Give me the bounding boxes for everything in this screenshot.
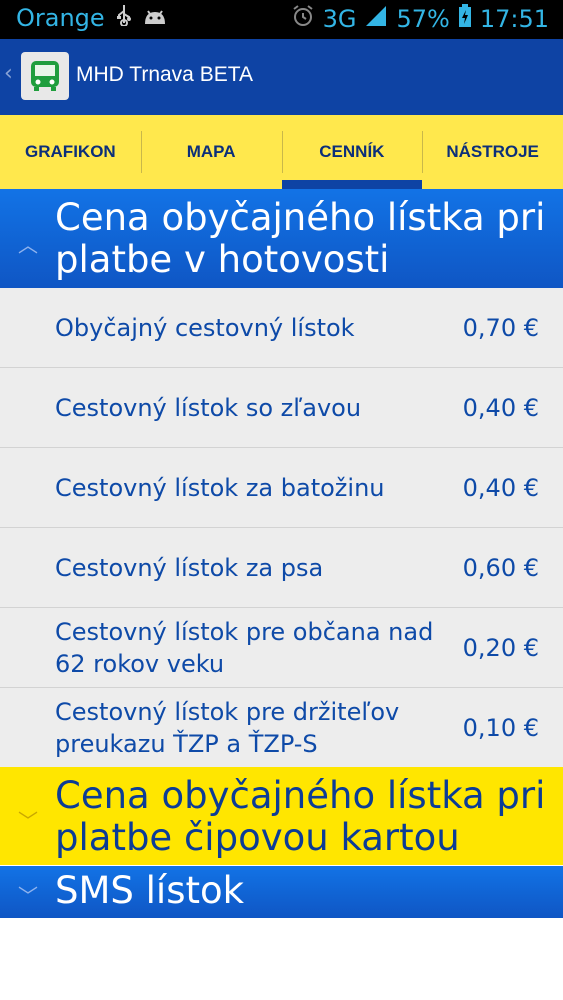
- list-item[interactable]: Cestovný lístok za batožinu 0,40 €: [0, 448, 563, 528]
- tab-label: MAPA: [186, 142, 236, 161]
- section-header-cash[interactable]: ︿ Cena obyčajného lístka pri platbe v ho…: [0, 189, 563, 288]
- tab-bar: GRAFIKON MAPA CENNÍK NÁSTROJE: [0, 115, 563, 189]
- ticket-price: 0,40 €: [462, 473, 539, 502]
- app-title: MHD Trnava BETA: [76, 63, 253, 86]
- bus-icon[interactable]: [21, 52, 69, 100]
- status-left: Orange: [16, 4, 167, 32]
- ticket-name: Cestovný lístok pre občana nad 62 rokov …: [55, 617, 434, 678]
- section-title: Cena obyčajného lístka pri platbe čipovo…: [55, 774, 546, 859]
- ticket-name: Cestovný lístok so zľavou: [55, 393, 362, 422]
- list-item[interactable]: Obyčajný cestovný lístok 0,70 €: [0, 288, 563, 368]
- battery-percent: 57%: [396, 5, 450, 33]
- chevron-down-icon: ﹀: [18, 884, 38, 908]
- ticket-price: 0,20 €: [462, 633, 539, 662]
- price-list: Obyčajný cestovný lístok 0,70 € Cestovný…: [0, 288, 563, 767]
- tab-nastroje[interactable]: NÁSTROJE: [422, 115, 563, 189]
- chevron-down-icon: ﹀: [18, 809, 38, 833]
- ticket-price: 0,10 €: [462, 713, 539, 742]
- status-right: 3G 57% 17:51: [291, 4, 549, 34]
- section-title: Cena obyčajného lístka pri platbe v hoto…: [55, 196, 546, 281]
- action-bar: ‹ MHD Trnava BETA: [0, 39, 563, 115]
- ticket-price: 0,40 €: [462, 393, 539, 422]
- section-title: SMS lístok: [55, 869, 245, 912]
- signal-icon: [364, 5, 388, 33]
- network-type: 3G: [322, 5, 357, 33]
- ticket-name: Obyčajný cestovný lístok: [55, 313, 355, 342]
- list-item[interactable]: Cestovný lístok za psa 0,60 €: [0, 528, 563, 608]
- status-bar: Orange 3G 57% 17:51: [0, 0, 563, 39]
- ticket-price: 0,60 €: [462, 553, 539, 582]
- tab-grafikon[interactable]: GRAFIKON: [0, 115, 141, 189]
- chevron-up-icon: ︿: [18, 233, 38, 257]
- list-item[interactable]: Cestovný lístok so zľavou 0,40 €: [0, 368, 563, 448]
- tab-label: NÁSTROJE: [446, 142, 539, 161]
- ticket-price: 0,70 €: [462, 313, 539, 342]
- clock: 17:51: [479, 5, 549, 33]
- android-icon: [143, 4, 167, 32]
- up-caret-icon[interactable]: ‹: [4, 61, 13, 86]
- battery-icon: [458, 4, 472, 34]
- tab-label: GRAFIKON: [25, 142, 116, 161]
- section-header-sms[interactable]: ﹀ SMS lístok: [0, 866, 563, 918]
- alarm-icon: [291, 4, 315, 34]
- ticket-name: Cestovný lístok pre držiteľov preukazu Ť…: [55, 697, 400, 758]
- list-item[interactable]: Cestovný lístok pre občana nad 62 rokov …: [0, 608, 563, 688]
- ticket-name: Cestovný lístok za batožinu: [55, 473, 385, 502]
- tab-mapa[interactable]: MAPA: [140, 115, 282, 189]
- tab-label: CENNÍK: [319, 142, 385, 161]
- section-header-chip-card[interactable]: ﹀ Cena obyčajného lístka pri platbe čipo…: [0, 767, 563, 865]
- list-item[interactable]: Cestovný lístok pre držiteľov preukazu Ť…: [0, 688, 563, 767]
- carrier-name: Orange: [16, 4, 105, 32]
- tab-cennik[interactable]: CENNÍK: [281, 115, 423, 189]
- ticket-name: Cestovný lístok za psa: [55, 553, 324, 582]
- usb-icon: [115, 4, 133, 32]
